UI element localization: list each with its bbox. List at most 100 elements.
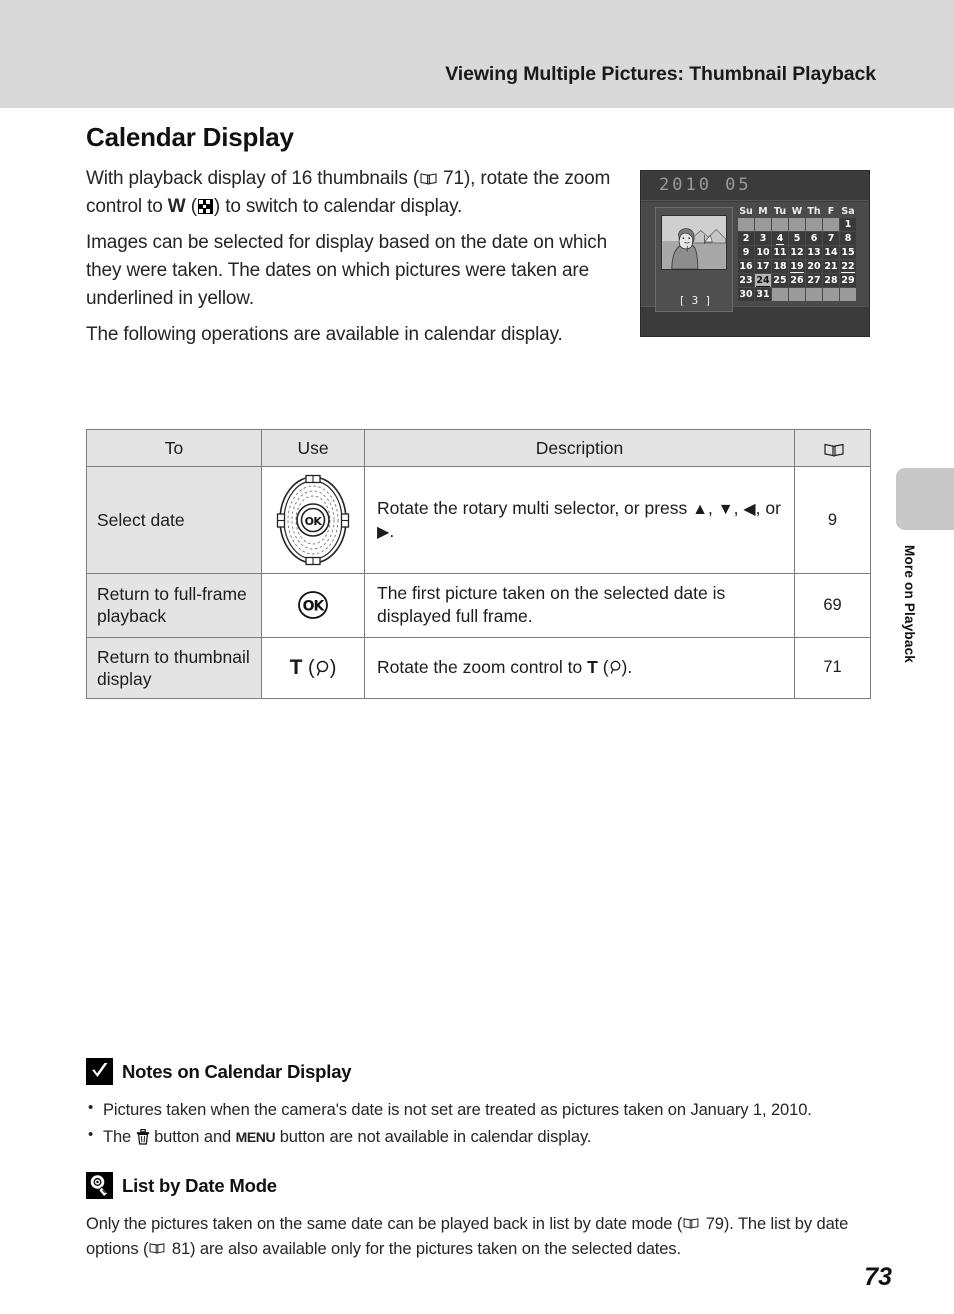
notes-listbydate-heading: List by Date Mode xyxy=(86,1172,876,1200)
calendar-day-cell[interactable]: 27 xyxy=(806,274,822,287)
calendar-day-cell[interactable]: 9 xyxy=(738,246,754,259)
magnifier-icon-wrap: () xyxy=(302,656,337,679)
operations-row3-reference: 71 xyxy=(794,636,871,700)
calendar-day-cell[interactable]: 31 xyxy=(755,288,771,301)
calendar-week-row: 1 xyxy=(738,218,856,231)
calendar-day-empty xyxy=(823,288,839,301)
calendar-day-cell[interactable]: 4 xyxy=(772,232,788,245)
operations-row2-to: Return to full-frame playback xyxy=(86,573,262,638)
calendar-screen-header: 2010 05 xyxy=(641,171,869,201)
calendar-day-number: 27 xyxy=(807,275,821,286)
intro-p1-part1: With playback display of 16 thumbnails ( xyxy=(86,168,419,189)
operations-table: To Use Description Select date OK Rotate… xyxy=(86,429,871,700)
calendar-day-empty xyxy=(789,288,805,301)
calendar-day-cell[interactable]: 3 xyxy=(755,232,771,245)
row1-desc-sep3: , or xyxy=(755,497,781,518)
lbd-part3: ) are also available only for the pictur… xyxy=(190,1239,681,1258)
calendar-week-row: 30 31 xyxy=(738,288,856,301)
calendar-day-cell[interactable]: 13 xyxy=(806,246,822,259)
intro-p1-ref1: 71 xyxy=(443,168,464,189)
table-row: Return to full-frame playback OK The fir… xyxy=(86,573,871,638)
calendar-day-number: 16 xyxy=(739,261,753,272)
calendar-day-cell[interactable]: 16 xyxy=(738,260,754,273)
calendar-weekday-tu: Tu xyxy=(773,205,787,217)
calendar-day-number: 28 xyxy=(824,275,838,286)
row1-desc-part1: Rotate the rotary multi selector, or pre… xyxy=(377,497,693,518)
calendar-day-number: 21 xyxy=(824,261,838,272)
calendar-day-number: 20 xyxy=(807,261,821,272)
operations-row2-use: OK xyxy=(261,573,365,638)
calendar-day-cell[interactable]: 10 xyxy=(755,246,771,259)
calendar-day-cell[interactable]: 15 xyxy=(840,246,856,259)
list-item: Pictures taken when the camera's date is… xyxy=(86,1097,876,1123)
calendar-day-cell[interactable]: 12 xyxy=(789,246,805,259)
calendar-image-count: [ 3 ] xyxy=(678,294,712,307)
calendar-day-number: 8 xyxy=(844,233,852,244)
calendar-day-empty xyxy=(772,218,788,231)
thumbnail-grid-icon xyxy=(197,198,213,214)
calendar-day-number: 18 xyxy=(773,261,787,272)
calendar-day-cell[interactable]: 5 xyxy=(789,232,805,245)
calendar-grid: Su M Tu W Th F Sa 1 2 3 4 5 6 7 8 9 10 11 12 13 14 15 1… xyxy=(737,204,857,302)
calendar-day-cell[interactable]: 19 xyxy=(789,260,805,273)
calendar-weekday-header-row: Su M Tu W Th F Sa xyxy=(738,205,856,217)
notes-calendar-title: Notes on Calendar Display xyxy=(122,1060,352,1082)
list-item: The button and MENU button are not avail… xyxy=(86,1124,876,1150)
calendar-day-cell[interactable]: 26 xyxy=(789,274,805,287)
intro-p1-part4: ) to switch to calendar display. xyxy=(213,195,463,217)
calendar-day-empty xyxy=(772,288,788,301)
calendar-day-number: 7 xyxy=(827,233,835,244)
calendar-day-cell[interactable]: 30 xyxy=(738,288,754,301)
calendar-day-cell[interactable]: 7 xyxy=(823,232,839,245)
rotary-multi-selector-icon: OK xyxy=(276,473,350,567)
calendar-day-cell[interactable]: 21 xyxy=(823,260,839,273)
calendar-day-number: 23 xyxy=(739,275,753,286)
calendar-day-cell[interactable]: 8 xyxy=(840,232,856,245)
calendar-day-number: 19 xyxy=(789,260,805,273)
calendar-day-cell[interactable]: 17 xyxy=(755,260,771,273)
notes-calendar-heading: Notes on Calendar Display xyxy=(86,1058,876,1085)
calendar-day-cell[interactable]: 6 xyxy=(806,232,822,245)
calendar-day-cell[interactable]: 23 xyxy=(738,274,754,287)
operations-row2-reference: 69 xyxy=(794,573,871,638)
calendar-week-row: 16 17 18 19 20 21 22 xyxy=(738,260,856,273)
calendar-day-number: 6 xyxy=(810,233,818,244)
calendar-day-cell[interactable]: 1 xyxy=(840,218,856,231)
calendar-day-cell[interactable]: 11 xyxy=(772,246,788,259)
calendar-weekday-f: F xyxy=(827,205,835,217)
arrow-up-icon: ▲ xyxy=(692,500,708,518)
checkmark-icon xyxy=(86,1058,113,1085)
lbd-ref1: 79 xyxy=(705,1215,724,1234)
calendar-day-number: 29 xyxy=(841,275,855,286)
calendar-day-number: 4 xyxy=(776,232,784,245)
note-item2-part1: The xyxy=(103,1128,136,1147)
calendar-day-rows: 1 2 3 4 5 6 7 8 9 10 11 12 13 14 15 16 17 18 19 20 21 22 23 24 2… xyxy=(738,218,856,301)
notes-listbydate-title: List by Date Mode xyxy=(122,1174,277,1196)
calendar-preview-thumbnail xyxy=(661,215,727,270)
calendar-day-cell[interactable]: 25 xyxy=(772,274,788,287)
calendar-day-number: 30 xyxy=(739,289,753,300)
calendar-day-cell[interactable]: 22 xyxy=(840,260,856,273)
notes-section: Notes on Calendar Display Pictures taken… xyxy=(86,1058,876,1262)
notes-calendar-list: Pictures taken when the camera's date is… xyxy=(86,1097,876,1150)
calendar-day-empty xyxy=(806,288,822,301)
row1-desc-sep1: , xyxy=(707,497,718,518)
calendar-day-empty xyxy=(840,288,856,301)
trash-icon xyxy=(136,1128,150,1146)
operations-header-to: To xyxy=(86,429,262,467)
calendar-day-cell[interactable]: 14 xyxy=(823,246,839,259)
calendar-day-cell[interactable]: 29 xyxy=(840,274,856,287)
calendar-day-cell[interactable]: 24 xyxy=(755,274,771,287)
calendar-day-cell[interactable]: 18 xyxy=(772,260,788,273)
row1-desc-end: . xyxy=(389,521,395,541)
operations-row3-use: T () xyxy=(261,636,365,700)
calendar-day-cell[interactable]: 28 xyxy=(823,274,839,287)
calendar-day-cell[interactable]: 2 xyxy=(738,232,754,245)
calendar-day-empty xyxy=(738,218,754,231)
calendar-day-number: 5 xyxy=(793,233,801,244)
calendar-day-number: 1 xyxy=(844,219,852,230)
book-reference-icon xyxy=(420,172,437,185)
calendar-day-number: 17 xyxy=(756,261,770,272)
operations-header-reference xyxy=(794,429,871,467)
calendar-day-cell[interactable]: 20 xyxy=(806,260,822,273)
